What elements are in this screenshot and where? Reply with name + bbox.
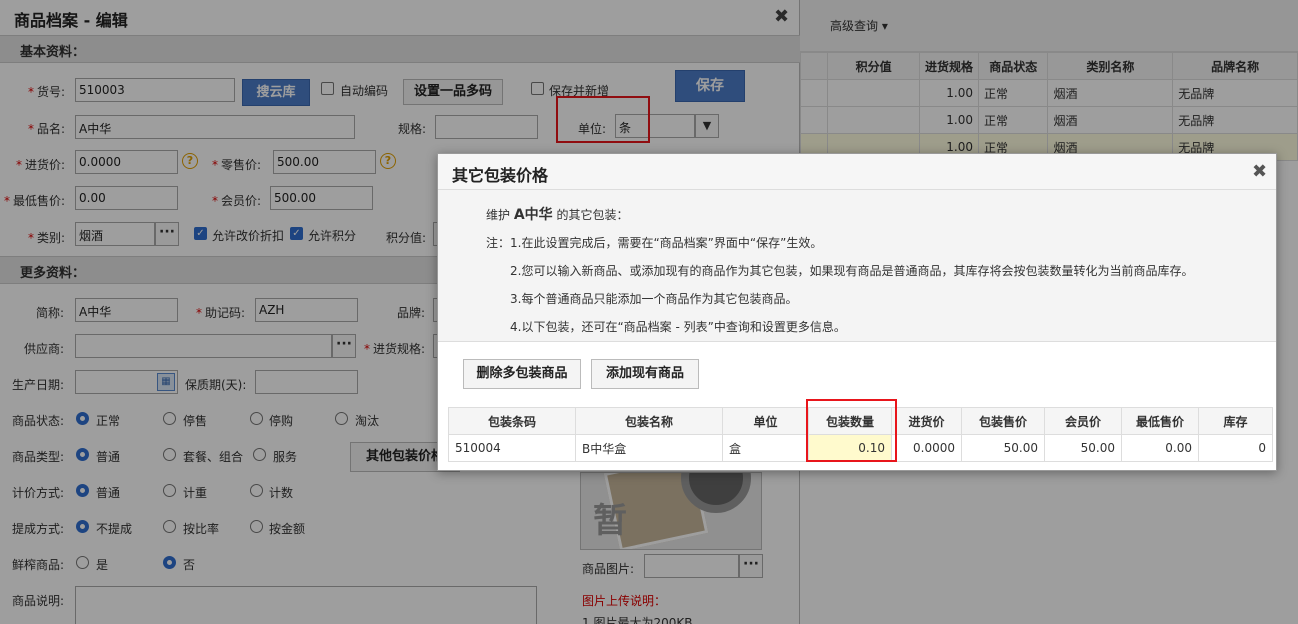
table-cell[interactable]: 50.00 [961,434,1045,462]
note-2: 2.您可以输入新商品、或添加现有的商品作为其它包装，如果现有商品是普通商品，其库… [510,264,1194,278]
note-3: 3.每个普通商品只能添加一个商品作为其它包装商品。 [510,292,798,306]
table-header-cell: 单位 [722,407,809,435]
table-header-cell: 包装条码 [448,407,576,435]
maintain-text: 维护 A中华 的其它包装： [486,207,629,223]
table-cell[interactable]: 50.00 [1044,434,1122,462]
table-header-cell: 最低售价 [1121,407,1199,435]
table-header-cell: 会员价 [1044,407,1122,435]
table-cell[interactable]: B中华盒 [575,434,723,462]
info-panel: 维护 A中华 的其它包装： 注：1.在此设置完成后，需要在“商品档案”界面中“保… [438,190,1276,342]
highlight-box-quantity [806,399,897,462]
close-icon[interactable]: ✖ [1252,161,1267,182]
other-package-dialog: 其它包装价格 ✖ 维护 A中华 的其它包装： 注：1.在此设置完成后，需要在“商… [437,153,1277,471]
table-cell[interactable]: 510004 [448,434,576,462]
table-header-cell: 进货价 [891,407,962,435]
add-existing-button[interactable]: 添加现有商品 [591,359,699,389]
dialog-header: 其它包装价格 ✖ [438,154,1276,190]
note-1: 注：1.在此设置完成后，需要在“商品档案”界面中“保存”生效。 [486,236,823,250]
table-header-cell: 包装名称 [575,407,723,435]
table-header-cell: 包装售价 [961,407,1045,435]
table-cell[interactable]: 盒 [722,434,809,462]
dialog-title: 其它包装价格 [452,166,549,185]
delete-package-button[interactable]: 删除多包装商品 [463,359,581,389]
note-4: 4.以下包装，还可在“商品档案 - 列表”中查询和设置更多信息。 [510,320,846,334]
table-cell[interactable]: 0.00 [1121,434,1199,462]
table-cell[interactable]: 0.0000 [891,434,962,462]
table-header-cell: 库存 [1198,407,1273,435]
table-cell[interactable]: 0 [1198,434,1273,462]
